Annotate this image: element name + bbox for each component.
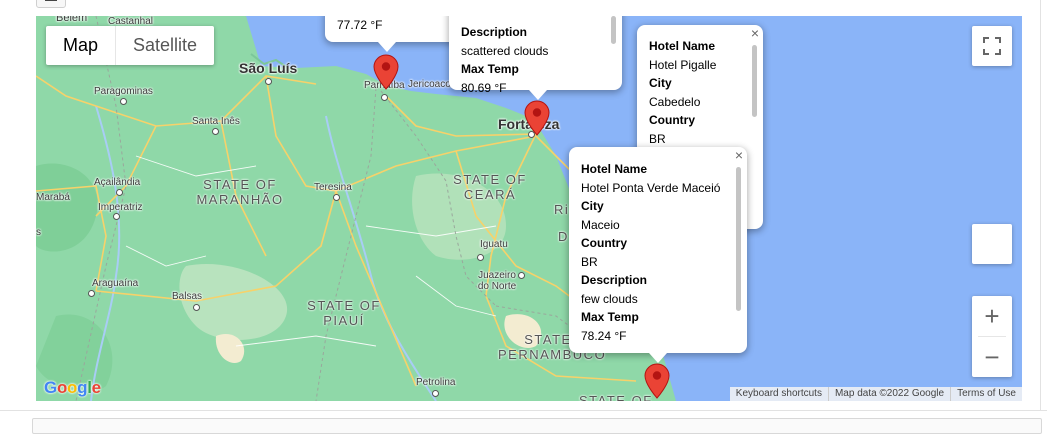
city-dot-araguaina bbox=[88, 290, 95, 297]
terms-of-use-link[interactable]: Terms of Use bbox=[950, 387, 1022, 401]
city-label-paragominas: Paragominas bbox=[94, 86, 153, 97]
city-label-sao-luis: São Luís bbox=[239, 60, 298, 76]
minus-icon bbox=[45, 0, 57, 1]
map-data-text: Map data ©2022 Google bbox=[827, 387, 950, 401]
info-value-city: Maceio bbox=[581, 217, 620, 232]
info-title-hotel-name: Hotel Name bbox=[649, 39, 716, 53]
map-type-control: Map Satellite bbox=[46, 26, 215, 65]
keyboard-shortcuts-link[interactable]: Keyboard shortcuts bbox=[730, 387, 828, 401]
info-value-country: BR bbox=[649, 131, 666, 146]
info-value-description: scattered clouds bbox=[461, 43, 549, 58]
info-window-tail bbox=[378, 42, 396, 52]
info-value-max-temp: 77.72 °F bbox=[337, 18, 383, 32]
info-value-city: Cabedelo bbox=[649, 94, 701, 109]
street-view-pegman-button[interactable] bbox=[972, 224, 1012, 264]
info-title-city: City bbox=[649, 76, 672, 90]
info-title-city: City bbox=[581, 199, 604, 213]
map-marker-maceio[interactable] bbox=[644, 363, 670, 399]
fullscreen-button[interactable] bbox=[972, 26, 1012, 66]
info-title-country: Country bbox=[581, 236, 627, 250]
info-title-max-temp: Max Temp bbox=[581, 310, 639, 324]
city-dot-sao-luis bbox=[265, 78, 272, 85]
info-value-hotel-name: Hotel Ponta Verde Maceió bbox=[581, 180, 721, 195]
city-label-balsas: Balsas bbox=[172, 291, 203, 302]
info-title-hotel-name: Hotel Name bbox=[581, 162, 648, 176]
map-attribution: Keyboard shortcuts Map data ©2022 Google… bbox=[729, 387, 1022, 401]
info-window-partial-middle: Description scattered clouds Max Temp 80… bbox=[449, 16, 622, 95]
region-label-d: D bbox=[558, 229, 569, 244]
city-dot-parnaiba bbox=[381, 94, 388, 101]
state-label-bottom: STATE OF bbox=[579, 393, 653, 401]
close-icon[interactable]: × bbox=[735, 148, 743, 162]
info-window-scrollbar[interactable] bbox=[752, 45, 757, 117]
info-title-description: Description bbox=[581, 273, 648, 287]
state-label-ceara: STATE OF CEARÁ bbox=[453, 172, 527, 202]
state-label-maranhao: STATE OF MARANHÃO bbox=[196, 177, 284, 207]
info-window-scrollbar[interactable] bbox=[611, 16, 616, 44]
zoom-in-button[interactable]: + bbox=[972, 296, 1012, 336]
city-label-iguatu: Iguatu bbox=[480, 239, 508, 250]
city-dot-teresina bbox=[333, 194, 340, 201]
google-logo[interactable]: Google bbox=[44, 378, 101, 398]
city-dot-petrolina bbox=[432, 390, 439, 397]
page-top-edge bbox=[0, 0, 1047, 8]
city-dot-juazeiro-do-norte bbox=[518, 272, 525, 279]
city-dot-paragominas bbox=[120, 98, 127, 105]
city-label-partial: s bbox=[36, 227, 41, 238]
info-window-partial-left: 77.72 °F bbox=[325, 16, 467, 42]
city-dot-iguatu bbox=[477, 254, 484, 261]
city-label-belem: Belém bbox=[56, 16, 88, 24]
map-type-satellite-button[interactable]: Satellite bbox=[115, 26, 214, 65]
city-dot-balsas bbox=[193, 304, 200, 311]
city-label-maraba: Marabá bbox=[36, 192, 70, 203]
divider bbox=[0, 410, 1047, 411]
city-label-santa-ines: Santa Inês bbox=[192, 116, 240, 127]
info-value-country: BR bbox=[581, 254, 598, 269]
next-cell-edge bbox=[32, 418, 1042, 434]
city-label-teresina: Teresina bbox=[314, 182, 352, 193]
info-value-hotel-name: Hotel Pigalle bbox=[649, 57, 717, 72]
info-title-max-temp: Max Temp bbox=[461, 62, 519, 76]
info-window-maceio: × Hotel Name Hotel Ponta Verde Maceió Ci… bbox=[569, 147, 747, 353]
city-dot-acailandia bbox=[116, 189, 123, 196]
city-label-petrolina: Petrolina bbox=[416, 377, 456, 388]
map-type-map-button[interactable]: Map bbox=[46, 26, 115, 65]
info-title-description: Description bbox=[461, 25, 528, 39]
close-icon[interactable]: × bbox=[751, 26, 759, 40]
zoom-control: + − bbox=[972, 296, 1012, 377]
city-dot-santa-ines bbox=[212, 128, 219, 135]
city-label-juazeiro-do-norte: Juazeiro do Norte bbox=[477, 270, 517, 292]
city-label-acailandia: Açailândia bbox=[94, 177, 141, 188]
state-label-piaui: STATE OF PIAUÍ bbox=[307, 298, 381, 328]
info-window-scrollbar[interactable] bbox=[736, 167, 741, 311]
scrollbar-track bbox=[1040, 0, 1041, 410]
map-marker-fortaleza[interactable] bbox=[524, 100, 550, 136]
region-label-ri: Ri bbox=[554, 202, 570, 217]
city-dot-imperatriz bbox=[113, 213, 120, 220]
zoom-out-button[interactable]: − bbox=[972, 337, 1012, 377]
info-value-max-temp: 78.24 °F bbox=[581, 328, 627, 343]
info-window-tail bbox=[649, 353, 667, 363]
map-view[interactable]: Belém Castanhal São Luís Paragominas San… bbox=[36, 16, 1022, 401]
fullscreen-icon bbox=[983, 37, 1001, 55]
map-marker-parnaiba[interactable] bbox=[373, 54, 399, 90]
collapse-toggle-button[interactable] bbox=[36, 0, 66, 8]
city-label-araguaina: Araguaína bbox=[92, 278, 139, 289]
info-window-tail bbox=[529, 90, 547, 100]
city-label-imperatriz: Imperatriz bbox=[98, 202, 143, 213]
info-title-country: Country bbox=[649, 113, 695, 127]
info-value-description: few clouds bbox=[581, 291, 638, 306]
